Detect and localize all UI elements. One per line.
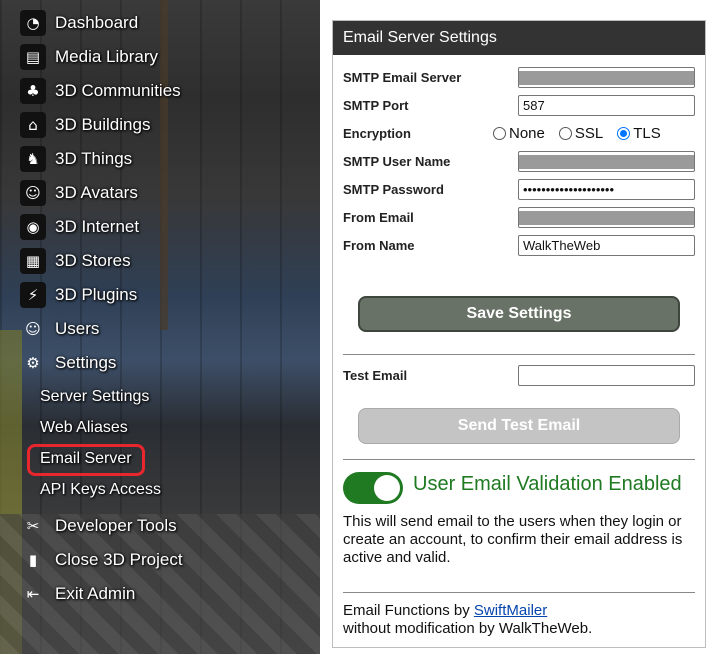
submenu-item-label: Web Aliases [40, 419, 128, 436]
smtp-server-row: SMTP Email Server [343, 66, 695, 88]
globe-icon: ◉ [20, 214, 46, 240]
footer-suffix: without modification by WalkTheWeb. [343, 620, 593, 637]
sidebar-item-label: Exit Admin [55, 584, 136, 603]
plug-icon: ⚡ [20, 282, 46, 308]
smtp-user-input[interactable] [518, 150, 695, 172]
sidebar-item-label: 3D Stores [55, 251, 131, 270]
divider [343, 459, 695, 460]
email-server-settings-panel: Email Server Settings SMTP Email Server … [332, 20, 706, 648]
submenu-item-api-keys-access[interactable]: API Keys Access [40, 477, 161, 503]
gear-icon: ⚙ [26, 353, 40, 372]
settings-panel-area: Email Server Settings SMTP Email Server … [320, 0, 712, 654]
radio-button[interactable] [617, 126, 631, 140]
validation-description: This will send email to the users when t… [343, 513, 683, 566]
encryption-row: Encryption None SSL TLS [343, 122, 695, 144]
sidebar-item-label: Close 3D Project [55, 550, 183, 569]
tools-icon: ✂ [26, 516, 40, 535]
radio-button[interactable] [558, 126, 572, 140]
swiftmailer-link[interactable]: SwiftMailer [474, 602, 547, 619]
encryption-option-none[interactable]: None [493, 125, 545, 142]
palm-island-icon: ♣ [20, 78, 46, 104]
smtp-server-label: SMTP Email Server [343, 69, 462, 85]
from-name-input[interactable] [518, 234, 695, 256]
sidebar-item-exit-admin[interactable]: ⇤ Exit Admin [20, 579, 310, 609]
dashboard-gauge-icon: ◔ [20, 10, 46, 36]
sidebar-item-label: Developer Tools [55, 516, 177, 535]
smtp-port-row: SMTP Port [343, 94, 695, 116]
from-email-row: From Email [343, 206, 695, 228]
sidebar-item-label: 3D Avatars [55, 183, 138, 202]
footer-credits: Email Functions by SwiftMailer without m… [343, 602, 698, 638]
radio-label: TLS [633, 124, 661, 142]
test-email-input[interactable] [518, 364, 695, 386]
save-settings-button[interactable]: Save Settings [358, 296, 680, 332]
sidebar-item-3d-buildings[interactable]: ⌂ 3D Buildings [20, 110, 310, 140]
sidebar-item-label: Media Library [55, 47, 158, 66]
logout-icon: ⇤ [26, 584, 40, 603]
sidebar-item-close-3d-project[interactable]: ▮ Close 3D Project [20, 545, 310, 575]
sidebar-item-label: 3D Plugins [55, 285, 138, 304]
smtp-port-label: SMTP Port [343, 97, 409, 113]
submenu-item-web-aliases[interactable]: Web Aliases [40, 415, 128, 441]
smtp-password-input[interactable] [518, 178, 695, 200]
from-email-input[interactable] [518, 206, 695, 228]
encryption-option-ssl[interactable]: SSL [558, 124, 604, 142]
sidebar-item-3d-avatars[interactable]: ☺ 3D Avatars [20, 178, 310, 208]
submenu-item-server-settings[interactable]: Server Settings [40, 384, 149, 410]
chair-icon: ♞ [20, 146, 46, 172]
test-email-label: Test Email [343, 367, 408, 383]
toggle-knob [374, 475, 400, 501]
smtp-port-input[interactable] [518, 94, 695, 116]
sidebar-item-settings[interactable]: ⚙ Settings [20, 348, 310, 378]
film-icon: ▤ [20, 44, 46, 70]
sidebar-item-3d-internet[interactable]: ◉ 3D Internet [20, 212, 310, 242]
radio-label: None [509, 124, 545, 142]
encryption-option-tls[interactable]: TLS [617, 125, 661, 142]
door-exit-icon: ▮ [28, 550, 38, 569]
email-validation-toggle[interactable] [343, 472, 403, 504]
sidebar-item-dashboard[interactable]: ◔ Dashboard [20, 8, 310, 38]
user-icon: ☺ [25, 319, 41, 338]
avatars-icon: ☺ [20, 180, 46, 206]
panel-title: Email Server Settings [333, 21, 705, 55]
divider [343, 592, 695, 593]
smtp-password-row: SMTP Password [343, 178, 695, 200]
from-name-label: From Name [343, 237, 415, 253]
sidebar-item-label: Users [55, 319, 100, 338]
sidebar-item-3d-things[interactable]: ♞ 3D Things [20, 144, 310, 174]
sidebar-item-label: 3D Communities [55, 81, 181, 100]
radio-button[interactable] [493, 126, 506, 140]
footer-prefix: Email Functions by [343, 602, 474, 619]
sidebar-item-label: 3D Internet [55, 217, 140, 236]
sidebar-item-developer-tools[interactable]: ✂ Developer Tools [20, 511, 310, 541]
sidebar-item-label: Dashboard [55, 13, 139, 32]
store-icon: ▦ [20, 248, 46, 274]
divider [343, 354, 695, 355]
smtp-user-label: SMTP User Name [343, 153, 451, 169]
sidebar-item-3d-plugins[interactable]: ⚡ 3D Plugins [20, 280, 310, 310]
encryption-radio-group: None SSL TLS [493, 125, 675, 142]
from-email-label: From Email [343, 209, 414, 225]
sidebar-item-3d-communities[interactable]: ♣ 3D Communities [20, 76, 310, 106]
test-email-row: Test Email [343, 364, 695, 386]
smtp-password-label: SMTP Password [343, 181, 444, 197]
submenu-item-label: Email Server [40, 450, 132, 467]
send-test-email-button[interactable]: Send Test Email [358, 408, 680, 444]
sidebar-item-label: 3D Things [55, 149, 133, 168]
smtp-user-row: SMTP User Name [343, 150, 695, 172]
smtp-server-input[interactable] [518, 66, 695, 88]
admin-sidebar: ◔ Dashboard ▤ Media Library ♣ 3D Communi… [0, 0, 320, 654]
building-icon: ⌂ [20, 112, 46, 138]
sidebar-item-media-library[interactable]: ▤ Media Library [20, 42, 310, 72]
email-validation-label: User Email Validation Enabled [413, 473, 682, 495]
sidebar-item-label: 3D Buildings [55, 115, 151, 134]
submenu-item-email-server[interactable]: Email Server [40, 446, 132, 472]
sidebar-item-users[interactable]: ☺ Users [20, 314, 310, 344]
radio-label: SSL [574, 124, 604, 142]
sidebar-item-label: Settings [55, 353, 117, 372]
submenu-item-label: Server Settings [40, 388, 150, 405]
submenu-item-label: API Keys Access [40, 481, 161, 498]
sidebar-item-3d-stores[interactable]: ▦ 3D Stores [20, 246, 310, 276]
from-name-row: From Name [343, 234, 695, 256]
